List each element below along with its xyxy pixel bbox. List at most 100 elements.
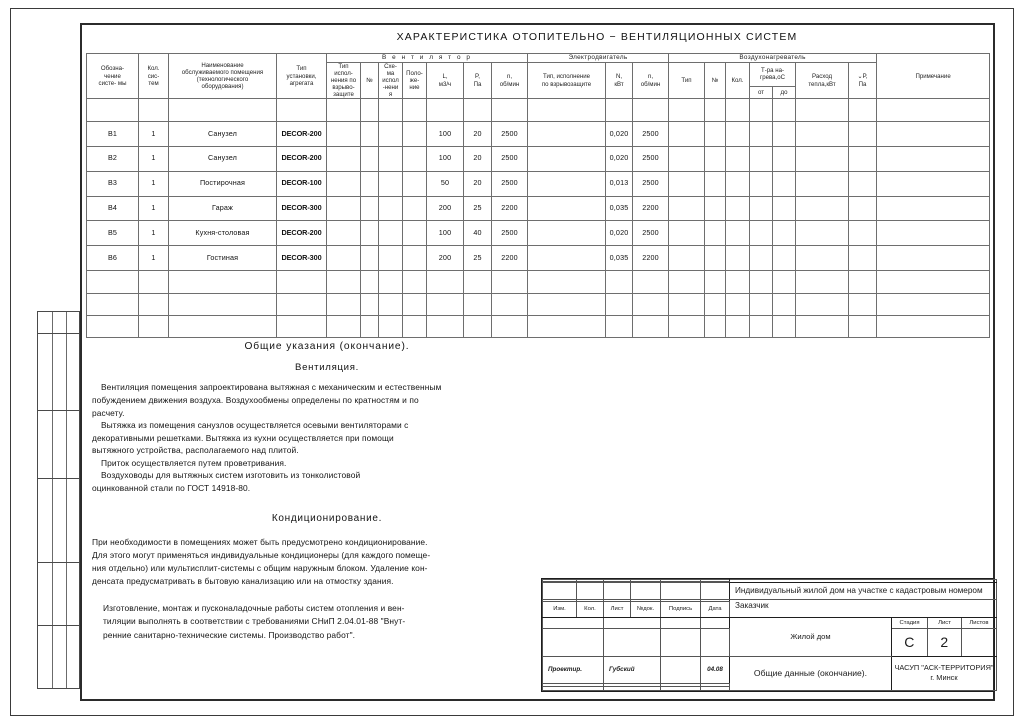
date-value: 04.08 xyxy=(700,655,730,685)
th-notes: Примечание xyxy=(876,52,991,100)
rev-header-ndok: №док. xyxy=(630,600,661,618)
drawing-sheet: ХАРАКТЕРИСТИКА ОТОПИТЕЛЬНО − ВЕНТИЛЯЦИОН… xyxy=(0,0,1024,724)
signature-cell xyxy=(660,655,701,685)
cell-motor-rpm: 2500 xyxy=(632,145,669,172)
cell-motor-power: 0,020 xyxy=(605,120,633,147)
sheets-label: Листов xyxy=(961,616,997,629)
notes-line: оцинкованной стали по ГОСТ 14918-80. xyxy=(92,483,251,494)
signer-name-cell xyxy=(603,686,661,691)
sheets-value xyxy=(961,627,997,657)
notes-line: Вытяжка из помещения санузлов осуществля… xyxy=(101,420,409,431)
notes-line: ренние санитарно-технические системы. Пр… xyxy=(103,629,356,640)
th-fan-rpm: n, об/мин xyxy=(491,61,528,100)
cell-motor-power: 0,035 xyxy=(605,245,633,272)
table-row: В4 1 Гараж DECOR-300 200 25 2200 0,035 2… xyxy=(86,195,991,222)
table-row: В6 1 Гостиная DECOR-300 200 25 2200 0,03… xyxy=(86,245,991,272)
cell-qty: 1 xyxy=(138,220,169,247)
th-group-motor: Электродвигатель xyxy=(527,53,669,63)
left-stamp-hline-2 xyxy=(38,410,79,411)
notes-subheading-ventilation: Вентиляция. xyxy=(295,362,359,374)
notes-line: вытяжного устройства, располагаемого над… xyxy=(92,445,299,456)
notes-line: Изготовление, монтаж и пусконаладочные р… xyxy=(103,603,405,614)
general-notes-conditioning: Кондиционирование. При необходимости в п… xyxy=(92,512,562,642)
cell-fan-rpm: 2500 xyxy=(491,170,528,197)
page-title: ХАРАКТЕРИСТИКА ОТОПИТЕЛЬНО − ВЕНТИЛЯЦИОН… xyxy=(0,31,1024,43)
notes-subheading-conditioning: Кондиционирование. xyxy=(271,513,383,524)
rev-cell xyxy=(542,582,577,600)
cell-qty: 1 xyxy=(138,145,169,172)
signer-cell xyxy=(542,627,604,657)
cell-room: Санузел xyxy=(168,120,277,147)
cell-unit-type: DECOR-300 xyxy=(276,195,327,222)
left-stamp-hline-4 xyxy=(38,562,79,563)
notes-line: расчету. xyxy=(92,407,125,418)
notes-line: Приток осуществляется путем проветривани… xyxy=(101,457,287,468)
cell-system: В5 xyxy=(86,220,139,247)
organization-line1: ЧАСУП "АСК-ТЕРРИТОРИЯ" xyxy=(894,663,994,673)
cell-room: Кухня-столовая xyxy=(168,220,277,247)
date-cell xyxy=(700,616,730,629)
notes-line: Воздуховоды для вытяжных систем изготови… xyxy=(101,470,361,481)
left-stamp-vline-2 xyxy=(66,312,67,688)
left-stamp-hline-1 xyxy=(38,333,79,334)
table-group-header-row: Обозна- чение систе- мы Кол. сис- тем На… xyxy=(86,52,991,100)
cell-motor-power: 0,035 xyxy=(605,195,633,222)
notes-heading: Общие указания (окончание). xyxy=(244,341,410,352)
cell-fan-rpm: 2200 xyxy=(491,195,528,222)
cell-fan-pressure: 40 xyxy=(463,220,492,247)
cell-fan-pressure: 20 xyxy=(463,145,492,172)
left-stamp-vline-1 xyxy=(52,312,53,688)
table-row-blank-top xyxy=(86,98,991,122)
cell-qty: 1 xyxy=(138,170,169,197)
table-row: В3 1 Постирочная DECOR-100 50 20 2500 0,… xyxy=(86,170,991,197)
organization-line2: г. Минск xyxy=(930,673,958,683)
general-notes-ventilation: Общие указания (окончание). Вентиляция. … xyxy=(92,340,562,496)
cell-fan-pressure: 20 xyxy=(463,120,492,147)
cell-room: Санузел xyxy=(168,145,277,172)
cell-fan-rpm: 2200 xyxy=(491,245,528,272)
rev-cell xyxy=(700,582,730,600)
th-heater-temp-from: от xyxy=(749,85,773,100)
table-row: В2 1 Санузел DECOR-200 100 20 2500 0,020… xyxy=(86,145,991,172)
role-label: Проектир. xyxy=(542,655,604,685)
section-title: Общие данные (окончание). xyxy=(729,655,892,692)
sheet-label: Лист xyxy=(927,616,962,629)
cell-fan-pressure: 20 xyxy=(463,170,492,197)
rev-header-kol: Кол. xyxy=(576,600,604,618)
rev-cell xyxy=(630,582,661,600)
cell-motor-rpm: 2500 xyxy=(632,170,669,197)
cell-motor-rpm: 2200 xyxy=(632,195,669,222)
rev-header-izm: Изм. xyxy=(542,600,577,618)
signature-cell xyxy=(660,616,701,629)
th-designation: Обозна- чение систе- мы xyxy=(86,52,139,100)
cell-fan-flow: 200 xyxy=(426,245,464,272)
cell-fan-flow: 200 xyxy=(426,195,464,222)
left-stamp-hline-5 xyxy=(38,625,79,626)
cell-room: Гостиная xyxy=(168,245,277,272)
th-motor-rpm: n, об/мин xyxy=(632,61,669,100)
signature-cell xyxy=(660,686,701,691)
rev-cell xyxy=(660,582,701,600)
building-name: Жилой дом xyxy=(729,616,892,657)
th-heater-number: № xyxy=(704,61,726,100)
customer-label: Заказчик xyxy=(729,598,997,618)
stage-value: С xyxy=(891,627,928,657)
th-room: Наименование обслуживаемого помещения (т… xyxy=(168,52,277,100)
cell-fan-flow: 100 xyxy=(426,120,464,147)
cell-unit-type: DECOR-200 xyxy=(276,120,327,147)
signer-name-cell xyxy=(603,627,661,657)
signer-cell xyxy=(542,616,604,629)
cell-fan-pressure: 25 xyxy=(463,195,492,222)
th-unit-type: Тип установки, агрегата xyxy=(276,52,327,100)
cell-system: В6 xyxy=(86,245,139,272)
cell-room: Гараж xyxy=(168,195,277,222)
table-row: В5 1 Кухня-столовая DECOR-200 100 40 250… xyxy=(86,220,991,247)
left-binding-stamp xyxy=(37,311,80,689)
th-motor-type: Тип, исполнение по взрывозащите xyxy=(527,61,606,100)
sheet-value: 2 xyxy=(927,627,962,657)
table-body: В1 1 Санузел DECOR-200 100 20 2500 0,020… xyxy=(86,98,991,339)
signer-cell xyxy=(542,686,604,691)
cell-motor-rpm: 2200 xyxy=(632,245,669,272)
th-count: Кол. сис- тем xyxy=(138,52,169,100)
notes-spacer xyxy=(92,588,562,602)
